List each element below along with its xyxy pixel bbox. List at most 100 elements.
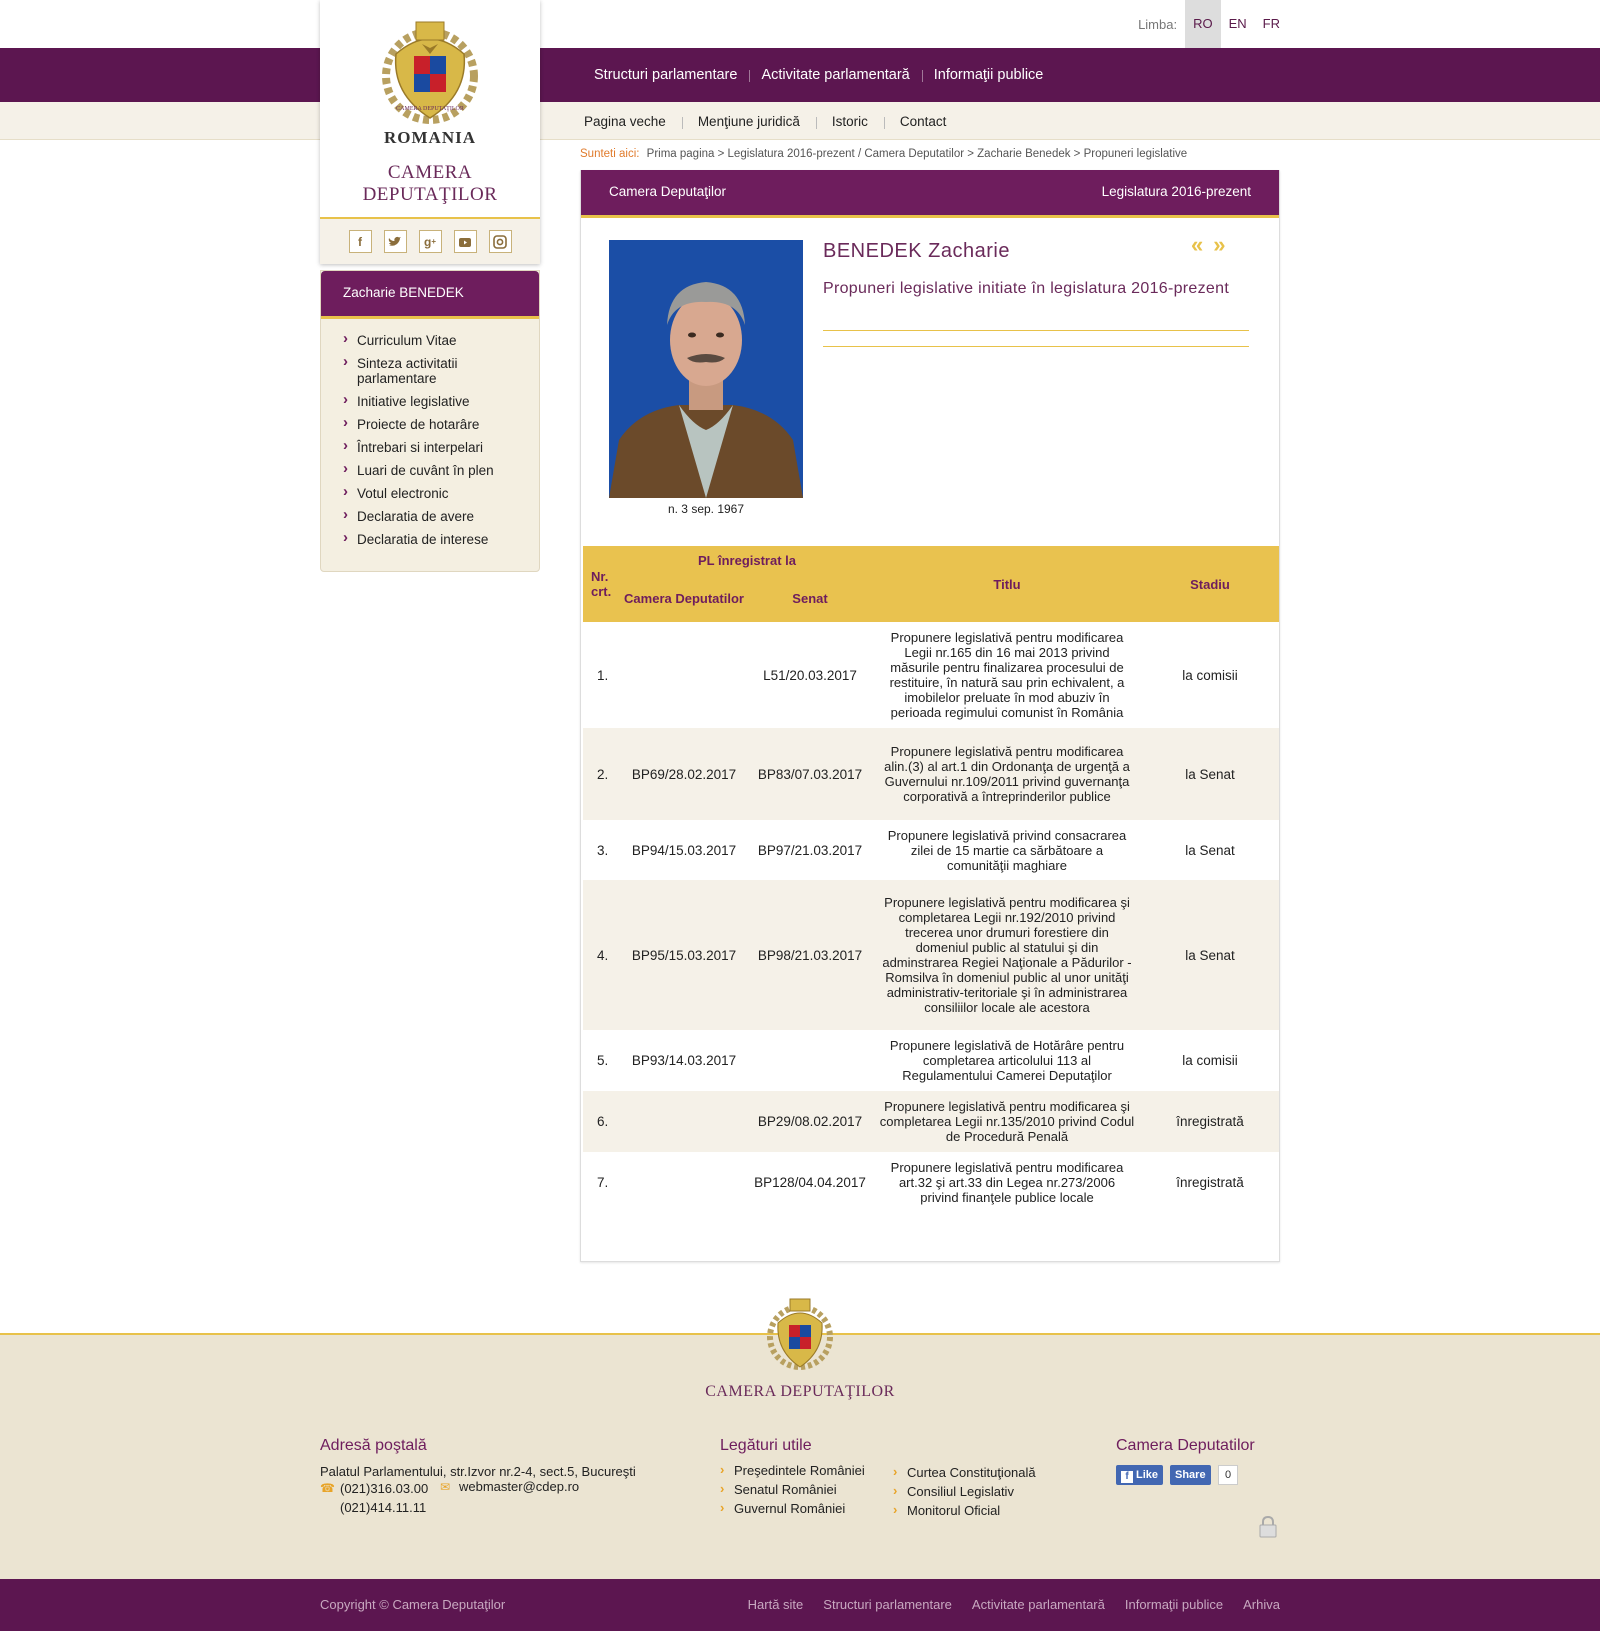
next-arrow-icon[interactable]: » [1213,232,1235,257]
link-monitorul[interactable]: Monitorul Oficial [893,1500,1036,1520]
lang-fr[interactable]: FR [1255,0,1288,48]
col-stadiu[interactable]: Stadiu [1141,546,1279,622]
facebook-icon[interactable]: f [348,230,372,253]
links-col-1: Preşedintele României Senatul României G… [720,1460,865,1518]
cell-cd[interactable]: BP69/28.02.2017 [621,728,747,820]
google-plus-icon[interactable]: g + [418,230,442,253]
cell-nr: 4. [583,880,621,1030]
link-informatii[interactable]: Informaţii publice [1125,1597,1223,1612]
panel-header: Camera Deputaţilor Legislatura 2016-prez… [581,170,1279,218]
cell-titlu: Propunere legislativă privind consacrare… [887,827,1127,873]
page-subtitle: Propuneri legislative initiate în legisl… [823,280,1230,297]
instagram-icon[interactable] [488,230,512,253]
fb-like-button[interactable]: f Like [1116,1465,1164,1485]
table-row: 6. BP29/08.02.2017 Propunere legislativă… [583,1091,1279,1152]
cell-cd[interactable]: BP93/14.03.2017 [621,1030,747,1091]
table-header-row: Nr. crt. PL înregistrat la Titlu Stadiu [583,546,1279,622]
cell-stadiu: înregistrată [1176,1175,1244,1190]
cell-senat[interactable]: L51/20.03.2017 [747,622,873,728]
nav-informatii[interactable]: Informaţii publice [921,67,1056,83]
birth-date: n. 3 sep. 1967 [667,502,745,516]
sidebar-item-initiative[interactable]: Initiative legislative [343,392,539,409]
lang-en[interactable]: EN [1221,0,1255,48]
cell-senat[interactable]: BP128/04.04.2017 [747,1152,873,1213]
footer: CAMERA DEPUTAŢILOR Adresă poştală Palatu… [0,1298,1600,1579]
nav-structuri[interactable]: Structuri parlamentare [582,67,749,83]
copyright: Copyright © Camera Deputaţilor [320,1597,506,1612]
top-bar: Limba: RO EN FR [0,0,1600,48]
cell-cd[interactable] [621,622,747,728]
cell-cd[interactable]: BP94/15.03.2017 [621,820,747,880]
content-panel: Camera Deputaţilor Legislatura 2016-prez… [580,170,1280,1262]
sidebar-item-interese[interactable]: Declaratia de interese [343,530,539,547]
subnav-contact[interactable]: Contact [883,114,963,129]
cell-titlu: Propunere legislativă pentru modificarea… [873,1091,1141,1152]
link-arhiva[interactable]: Arhiva [1243,1597,1280,1612]
subnav-mentiune[interactable]: Menţiune juridică [681,114,816,129]
fb-count: 0 [1218,1465,1239,1485]
logo-box[interactable]: CAMERA DEPUTAŢILOR ROMANIA CAMERA DEPUTA… [320,0,540,264]
col-nr[interactable]: Nr. crt. [583,546,621,622]
legislation-table: Nr. crt. PL înregistrat la Titlu Stadiu … [583,546,1279,1213]
cell-stadiu: la comisii [1182,667,1238,683]
cell-cd[interactable]: BP95/15.03.2017 [621,880,747,1030]
divider [823,346,1249,347]
cell-senat[interactable]: BP97/21.03.2017 [747,820,873,880]
link-structuri[interactable]: Structuri parlamentare [823,1597,952,1612]
cell-cd[interactable] [621,1152,747,1213]
link-harta-site[interactable]: Hartă site [748,1597,804,1612]
link-activitate[interactable]: Activitate parlamentară [972,1597,1105,1612]
nav-activitate[interactable]: Activitate parlamentară [749,67,921,83]
cell-titlu: Propunere legislativă pentru modificarea… [889,630,1125,720]
footer-title: CAMERA DEPUTAŢILOR [705,1383,895,1400]
logo-line2: DEPUTAŢILOR [362,184,498,205]
breadcrumb: Sunteti aici: Prima pagina > Legislatura… [580,148,1187,160]
youtube-icon[interactable] [453,230,477,253]
link-guvern[interactable]: Guvernul României [720,1498,865,1518]
col-senat[interactable]: Senat [747,574,873,622]
link-curtea[interactable]: Curtea Constituţională [893,1462,1036,1482]
sidebar-item-sinteza[interactable]: Sinteza activitatii parlamentare [343,354,539,386]
sidebar-item-cv[interactable]: Curriculum Vitae [343,331,539,348]
col-camera[interactable]: Camera Deputatilor [621,574,747,622]
link-senat[interactable]: Senatul României [720,1479,865,1499]
deputy-name: BENEDEK Zacharie [823,240,1010,262]
email-link[interactable]: webmaster@cdep.ro [459,1478,579,1496]
coat-of-arms-icon: CAMERA DEPUTAŢILOR [382,21,478,124]
twitter-icon[interactable] [383,230,407,253]
link-consiliul[interactable]: Consiliul Legislativ [893,1481,1036,1501]
sidebar-item-luari-cuvant[interactable]: Luari de cuvânt în plen [343,461,539,478]
nav-arrows: «» [1191,232,1236,258]
panel-left-title: Camera Deputaţilor [609,184,727,199]
link-presedinte[interactable]: Preşedintele României [720,1460,865,1480]
bottom-links: Hartă site Structuri parlamentare Activi… [748,1597,1280,1612]
cell-senat[interactable]: BP98/21.03.2017 [747,880,873,1030]
lang-ro[interactable]: RO [1185,0,1221,48]
breadcrumb-path[interactable]: Prima pagina > Legislatura 2016-prezent … [647,148,1188,160]
subnav-pagina-veche[interactable]: Pagina veche [568,114,682,129]
prev-arrow-icon[interactable]: « [1191,232,1213,257]
svg-text:CAMERA DEPUTAŢILOR: CAMERA DEPUTAŢILOR [396,106,464,112]
sidebar-item-avere[interactable]: Declaratia de avere [343,507,539,524]
col-titlu[interactable]: Titlu [873,546,1141,622]
cell-cd[interactable] [621,1091,747,1152]
links-col-2: Curtea Constituţională Consiliul Legisla… [893,1462,1036,1520]
fb-share-button[interactable]: Share [1170,1465,1211,1485]
email-icon: ✉ [440,1480,451,1494]
cell-nr: 7. [597,1175,609,1190]
phone-2: (021)414.11.11 [340,1500,427,1515]
deputy-photo [609,240,803,498]
cell-senat[interactable]: BP83/07.03.2017 [747,728,873,820]
sidebar-item-vot[interactable]: Votul electronic [343,484,539,501]
subnav-istoric[interactable]: Istoric [815,114,884,129]
cell-stadiu: la comisii [1182,1053,1238,1068]
sidebar-item-intrebari[interactable]: Întrebari si interpelari [343,438,539,455]
lock-icon[interactable] [1258,1515,1278,1539]
cell-stadiu: la Senat [1185,842,1235,858]
address-title: Adresă poştală [320,1437,427,1454]
cell-nr: 6. [583,1091,621,1152]
cell-senat[interactable] [747,1030,873,1091]
cell-senat[interactable]: BP29/08.02.2017 [747,1091,873,1152]
sidebar-item-proiecte[interactable]: Proiecte de hotarâre [343,415,539,432]
cell-nr: 5. [597,1053,609,1068]
